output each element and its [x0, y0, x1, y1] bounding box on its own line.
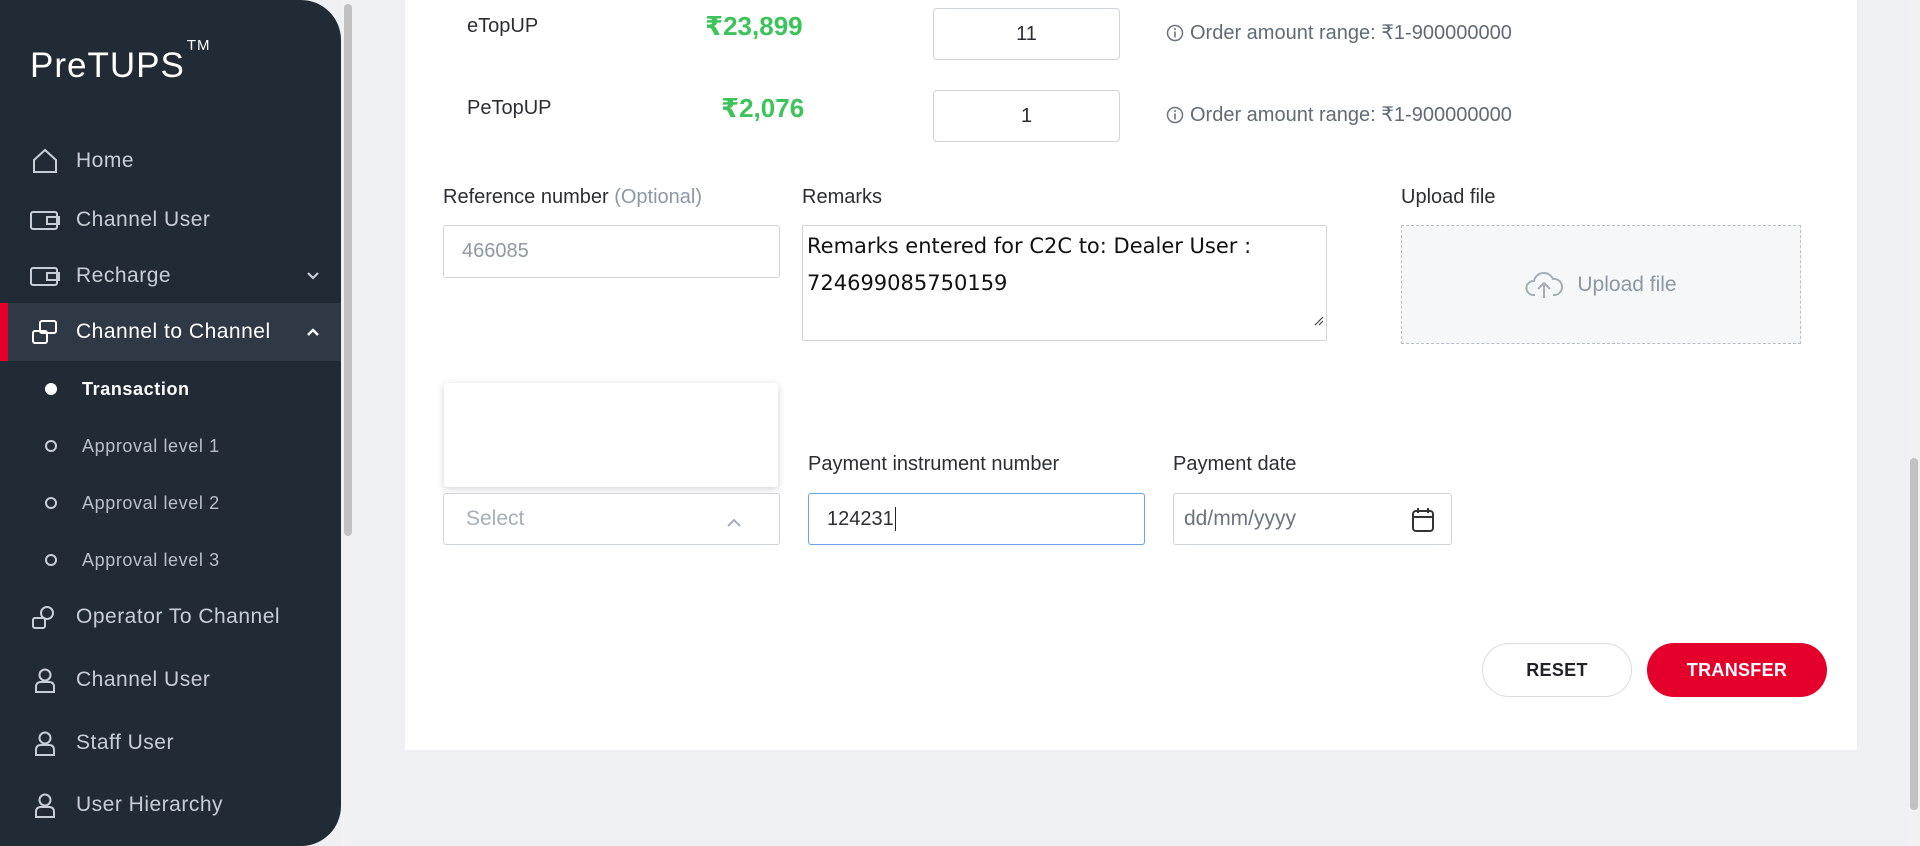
upload-file-dropzone[interactable]: Upload file: [1401, 225, 1801, 344]
quantity-input[interactable]: 11: [933, 8, 1120, 60]
bullet-icon: [45, 497, 57, 509]
sidebar-item-label: Staff User: [76, 731, 174, 754]
payment-date-input[interactable]: dd/mm/yyyy: [1173, 493, 1452, 545]
sidebar-item-channel-user[interactable]: Channel User: [0, 191, 341, 249]
reset-button[interactable]: RESET: [1482, 643, 1632, 697]
remarks-label: Remarks: [802, 186, 883, 208]
text-caret: [894, 507, 896, 531]
payment-type-select[interactable]: Select: [443, 493, 780, 545]
page-scrollbar-thumb[interactable]: [1910, 458, 1918, 810]
sidebar-item-recharge[interactable]: Recharge: [0, 247, 341, 305]
amount-range-text: Order amount range: ₹1-900000000: [1190, 22, 1512, 44]
subitem-label: Approval level 3: [82, 549, 220, 570]
sidebar-item-label: Channel to Channel: [76, 320, 271, 343]
sidebar-item-label: Home: [76, 149, 135, 172]
reference-label: Reference number (Optional): [443, 186, 702, 209]
sidebar-item-label: Operator To Channel: [76, 605, 281, 628]
sidebar-item-label: User Hierarchy: [76, 793, 224, 816]
sidebar-item-channel-user-2[interactable]: Channel User: [0, 651, 341, 709]
remarks-value: Remarks entered for C2C to: Dealer User …: [807, 234, 1252, 295]
bullet-icon: [45, 383, 57, 395]
chevron-up-icon: [305, 322, 321, 346]
reference-number-input[interactable]: 466085: [443, 225, 780, 278]
sidebar-item-label: Recharge: [76, 264, 172, 287]
resize-handle-icon[interactable]: [1312, 301, 1324, 338]
remarks-textarea[interactable]: Remarks entered for C2C to: Dealer User …: [802, 225, 1327, 341]
user-icon: [28, 729, 62, 757]
chevron-down-icon: [305, 266, 321, 290]
payment-type-placeholder: Select: [466, 507, 525, 530]
sidebar-item-home[interactable]: Home: [0, 132, 341, 190]
subitem-transaction[interactable]: Transaction: [0, 369, 341, 409]
amount-range: Order amount range: ₹1-900000000: [1166, 20, 1512, 45]
sidebar-scrollbar-thumb[interactable]: [344, 4, 352, 536]
reference-label-text: Reference number: [443, 186, 609, 208]
wallet-icon: [28, 206, 62, 234]
logo-tm: TM: [186, 37, 211, 55]
reference-number-value: 466085: [462, 240, 529, 262]
payment-date-placeholder: dd/mm/yyyy: [1184, 507, 1297, 530]
quantity-input[interactable]: 1: [933, 90, 1120, 142]
wallet-balance: ₹2,076: [721, 93, 805, 123]
upload-file-text: Upload file: [1577, 272, 1677, 296]
payment-type-dropdown-panel[interactable]: [444, 383, 778, 487]
subitem-approval-level-2[interactable]: Approval level 2: [0, 483, 341, 523]
sidebar-item-operator-to-channel[interactable]: Operator To Channel: [0, 588, 341, 646]
wallet-name: PeTopUP: [467, 97, 552, 119]
cloud-upload-icon: [1525, 270, 1564, 300]
subitem-approval-level-1[interactable]: Approval level 1: [0, 426, 341, 466]
sidebar-item-user-hierarchy[interactable]: User Hierarchy: [0, 776, 341, 834]
amount-range-text: Order amount range: ₹1-900000000: [1190, 104, 1512, 126]
payment-instrument-value: 124231: [827, 507, 894, 530]
sidebar-item-staff-user[interactable]: Staff User: [0, 714, 341, 772]
wallet-icon: [28, 262, 62, 290]
sidebar-item-channel-to-channel[interactable]: Channel to Channel: [0, 303, 341, 361]
home-icon: [28, 147, 62, 175]
bullet-icon: [45, 440, 57, 452]
payment-date-label: Payment date: [1173, 453, 1297, 475]
info-icon: [1166, 24, 1184, 42]
sidebar-item-label: Channel User: [76, 208, 211, 231]
sidebar: PreTUPSTM Home Channel User Recharge Cha…: [0, 0, 341, 846]
upload-label: Upload file: [1401, 186, 1496, 208]
subitem-label: Approval level 1: [82, 435, 220, 456]
subitem-approval-level-3[interactable]: Approval level 3: [0, 540, 341, 580]
transfer-icon: [28, 318, 62, 346]
optional-tag: (Optional): [614, 186, 703, 208]
transfer-button[interactable]: TRANSFER: [1647, 643, 1827, 697]
subitem-label: Approval level 2: [82, 492, 220, 513]
logo-text: PreTUPS: [30, 46, 185, 85]
subitem-label: Transaction: [82, 378, 190, 399]
info-icon: [1166, 106, 1184, 124]
payment-instrument-label: Payment instrument number: [808, 453, 1060, 475]
app-logo: PreTUPSTM: [30, 37, 210, 86]
operator-icon: [28, 603, 62, 631]
amount-range: Order amount range: ₹1-900000000: [1166, 102, 1512, 127]
wallet-name: eTopUP: [467, 15, 539, 37]
transaction-card: [405, 0, 1857, 750]
sidebar-item-label: Channel User: [76, 668, 211, 691]
user-icon: [28, 666, 62, 694]
wallet-balance: ₹23,899: [705, 11, 803, 41]
calendar-icon[interactable]: [1411, 507, 1435, 533]
bullet-icon: [45, 554, 57, 566]
payment-instrument-input[interactable]: 124231: [808, 493, 1145, 545]
user-icon: [28, 791, 62, 819]
chevron-up-icon: [725, 512, 743, 536]
